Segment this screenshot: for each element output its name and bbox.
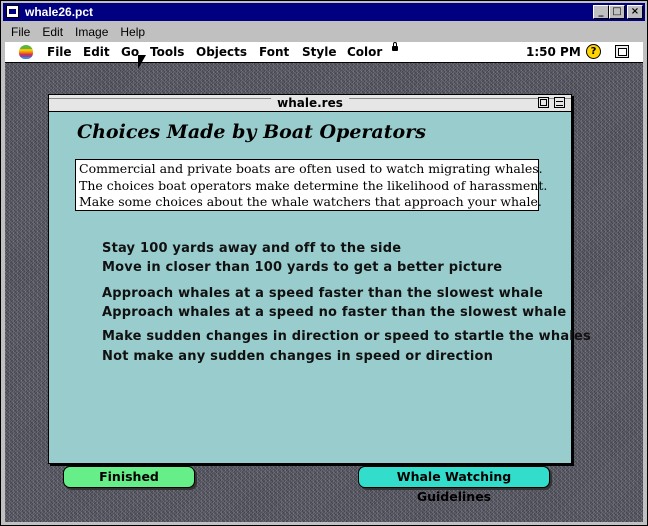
close-button[interactable]: × [627,5,643,19]
intro-line: The choices boat operators make determin… [79,177,548,193]
mac-window-title: whale.res [271,96,349,110]
intro-line: Commercial and private boats are often u… [79,161,543,176]
maximize-button[interactable]: □ [609,5,625,19]
menu-image[interactable]: Image [69,23,114,39]
host-titlebar[interactable]: whale26.pct _ □ × [3,3,645,21]
menubar-clock[interactable]: 1:50 PM [526,45,581,59]
mac-menu-file[interactable]: File [47,45,72,59]
whale-watching-guidelines-button[interactable]: Whale Watching Guidelines [358,466,550,504]
apple-icon[interactable] [19,45,33,59]
intro-line: Make some choices about the whale watche… [79,194,542,209]
menu-edit[interactable]: Edit [36,23,69,39]
choice-approach-faster[interactable]: Approach whales at a speed faster than t… [102,286,543,301]
mac-menu-style[interactable]: Style [302,45,336,59]
application-menu-icon[interactable] [615,45,629,58]
choice-approach-no-faster[interactable]: Approach whales at a speed no faster tha… [102,305,566,320]
finished-button[interactable]: Finished [63,466,195,488]
minimize-button[interactable]: _ [593,5,609,19]
mac-menu-go[interactable]: Go [121,45,139,59]
intro-text-box: Commercial and private boats are often u… [75,159,548,211]
choice-stay-100-yards[interactable]: Stay 100 yards away and off to the side [102,241,401,256]
app-icon[interactable] [6,5,19,18]
lock-icon [392,42,398,51]
choice-no-sudden-changes[interactable]: Not make any sudden changes in speed or … [102,349,493,364]
mac-menu-font[interactable]: Font [259,45,289,59]
mac-menu-color[interactable]: Color [347,45,382,59]
zoom-box-icon[interactable] [538,97,549,108]
help-balloon-icon[interactable]: ? [586,44,601,59]
mouse-pointer-icon [138,55,146,69]
choice-sudden-changes[interactable]: Make sudden changes in direction or spee… [102,329,591,344]
menu-file[interactable]: File [3,23,36,39]
mac-menu-edit[interactable]: Edit [83,45,110,59]
mac-menu-tools[interactable]: Tools [150,45,184,59]
menu-help[interactable]: Help [114,23,151,39]
page-title: Choices Made by Boat Operators [77,121,426,143]
host-menubar: File Edit Image Help [3,23,645,41]
host-window: whale26.pct _ □ × File Edit Image Help File… [0,0,648,526]
host-window-title: whale26.pct [25,5,94,19]
mac-desktop: File Edit Go Tools Objects Font Style Co… [5,42,643,522]
choice-move-closer[interactable]: Move in closer than 100 yards to get a b… [102,260,502,275]
mac-window-titlebar[interactable]: whale.res [49,95,571,112]
mac-menu-objects[interactable]: Objects [196,45,247,59]
mac-menubar: File Edit Go Tools Objects Font Style Co… [5,42,643,63]
whale-res-window: whale.res Choices Made by Boat Operators… [48,94,591,504]
collapse-box-icon[interactable] [554,97,565,108]
